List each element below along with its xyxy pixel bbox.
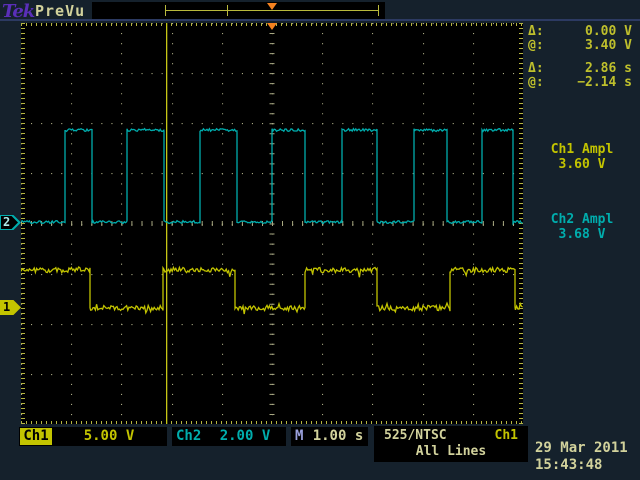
trigger-standard: 525/NTSC	[384, 428, 447, 443]
cursor-at-v-row: @: 3.40 V	[528, 38, 634, 52]
timebase-readout: M 1.00 s	[291, 427, 368, 446]
cursor-delta-v-row: Δ: 0.00 V	[528, 24, 634, 38]
graticule-display	[21, 23, 523, 424]
measurement-ch2-ampl: Ch2 Ampl 3.68 V	[526, 212, 638, 242]
ch2-marker-label: 2	[3, 215, 10, 230]
record-window-left-bracket	[165, 5, 166, 16]
ch2-scale-value: 2.00 V	[208, 427, 282, 446]
datetime-readout: 29 Mar 2011 15:43:48	[535, 440, 640, 474]
record-cursor-tick	[227, 5, 228, 16]
ch1-marker-label: 1	[3, 300, 10, 315]
cursor-delta-t-row: Δ: 2.86 s	[528, 61, 634, 75]
trigger-position-icon	[267, 23, 277, 30]
measurement-ch1-ampl: Ch1 Ampl 3.60 V	[526, 142, 638, 172]
record-view-bar	[92, 2, 385, 19]
cursor-delta-t-value: 2.86 s	[585, 61, 632, 76]
trigger-position-icon	[267, 3, 277, 10]
time-cursor-line	[166, 23, 167, 424]
record-window-line	[165, 10, 379, 11]
trigger-mode: All Lines	[374, 444, 528, 459]
cursor-delta-v-value: 0.00 V	[585, 24, 632, 39]
ch1-scale-value: 5.00 V	[57, 427, 161, 446]
ch2-ground-marker: 2	[0, 215, 21, 230]
ch1-ground-marker: 1	[0, 300, 21, 315]
ch2-waveform-trace	[21, 129, 523, 224]
header-divider	[0, 19, 640, 21]
cursor-at-t-row: @: −2.14 s	[528, 75, 634, 89]
ch2-channel-badge: Ch2	[176, 427, 201, 446]
oscilloscope-screen: Tek PreVu 2 1 Δ: 0.00 V @: 3.40 V Δ: 2.8…	[0, 0, 640, 480]
cursor-at-v-value: 3.40 V	[585, 38, 632, 53]
cursor-at-t-value: −2.14 s	[577, 75, 632, 90]
trigger-source: Ch1	[495, 428, 518, 443]
measurement-label: Ch2 Ampl	[526, 212, 638, 227]
ch2-scale-readout: Ch2 2.00 V	[172, 427, 286, 446]
timebase-value: 1.00 s	[311, 427, 365, 446]
at-icon: @:	[528, 38, 544, 53]
time-text: 15:43:48	[535, 457, 640, 474]
measurement-label: Ch1 Ampl	[526, 142, 638, 157]
waveform-plot	[21, 23, 523, 424]
measurement-value: 3.60 V	[526, 157, 638, 172]
delta-icon: Δ:	[528, 61, 544, 76]
ch1-scale-readout: Ch1 5.00 V	[19, 427, 167, 446]
trigger-info-box: 525/NTSC Ch1 All Lines	[374, 426, 528, 462]
timebase-label: M	[295, 427, 303, 446]
record-window-right-bracket	[378, 5, 379, 16]
acquisition-status: PreVu	[35, 2, 85, 20]
date-text: 29 Mar 2011	[535, 440, 640, 457]
measurement-value: 3.68 V	[526, 227, 638, 242]
ch1-channel-badge: Ch1	[20, 428, 52, 445]
at-icon: @:	[528, 75, 544, 90]
delta-icon: Δ:	[528, 24, 544, 39]
